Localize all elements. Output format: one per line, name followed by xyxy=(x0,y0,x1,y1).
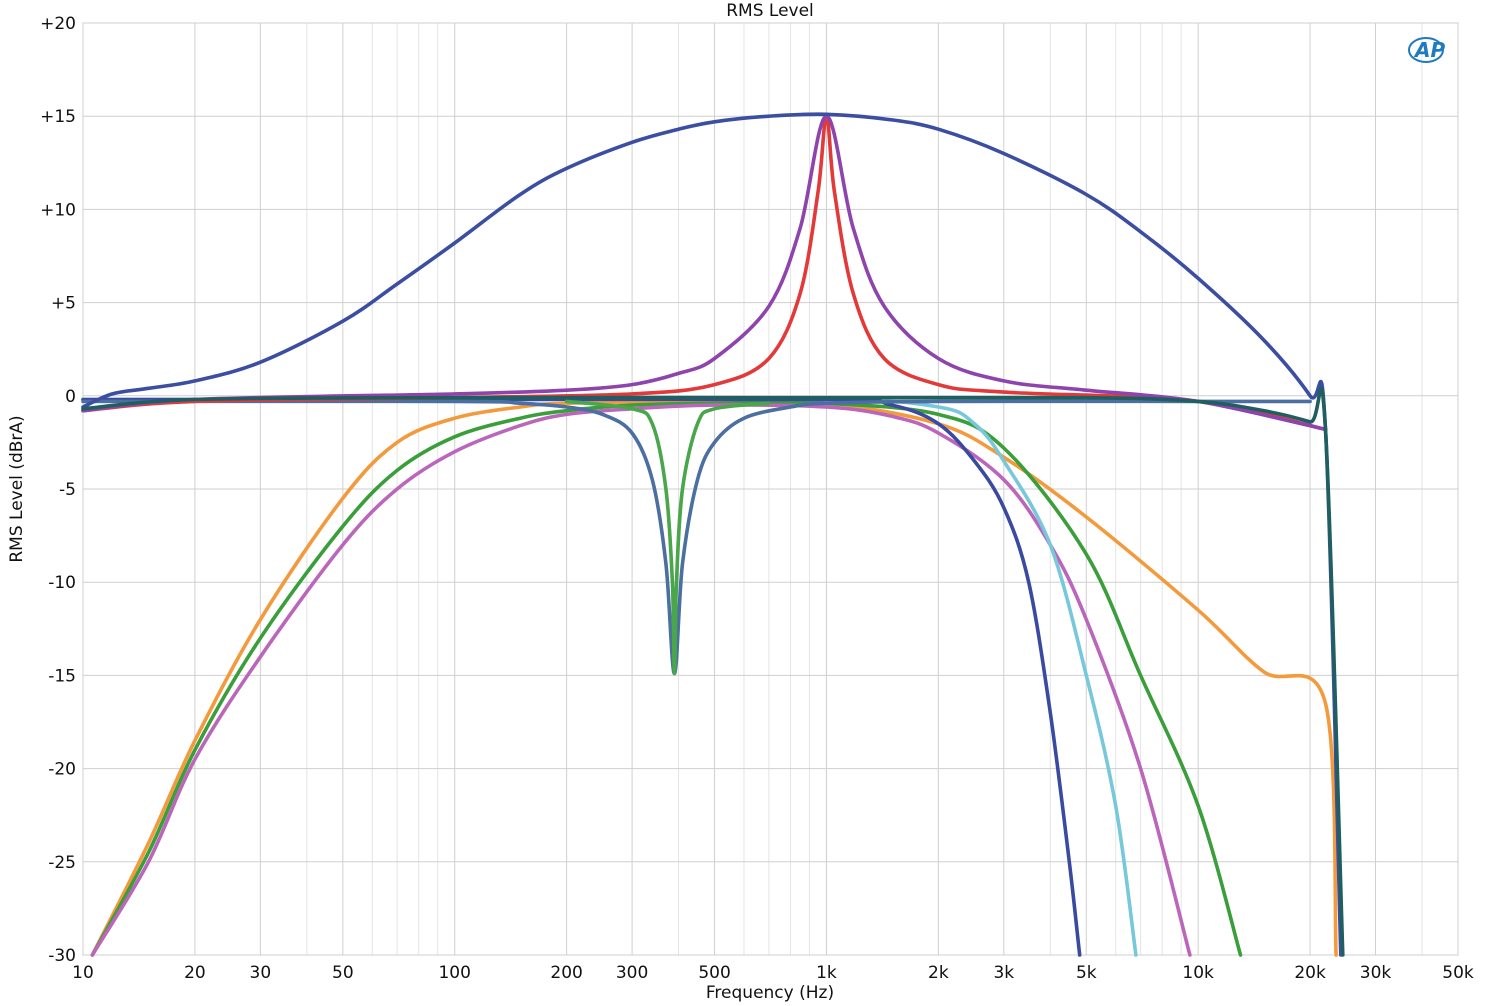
x-tick-label: 30k xyxy=(1360,963,1392,983)
x-tick-label: 50k xyxy=(1442,963,1474,983)
x-tick-label: 10k xyxy=(1182,963,1214,983)
y-tick-label: +10 xyxy=(40,200,76,220)
x-tick-label: 300 xyxy=(616,963,648,983)
x-tick-label: 100 xyxy=(438,963,470,983)
y-tick-label: -20 xyxy=(48,760,76,780)
x-tick-label: 1k xyxy=(816,963,837,983)
chart-container: 10 20 30 50 100 200 300 500 1k 2k 3k 5k 10k 20k 30k 50k… xyxy=(0,0,1500,1006)
y-tick-label: 0 xyxy=(65,387,76,407)
x-tick-label: 3k xyxy=(993,963,1014,983)
x-tick-label: 5k xyxy=(1076,963,1097,983)
x-tick-label: 200 xyxy=(550,963,582,983)
x-axis-title: Frequency (Hz) xyxy=(706,983,834,1003)
y-tick-label: -10 xyxy=(48,573,76,593)
x-tick-label: 50 xyxy=(332,963,354,983)
x-tick-label: 20 xyxy=(184,963,206,983)
ap-logo-icon: AP xyxy=(1408,37,1445,63)
rms-level-chart: 10 20 30 50 100 200 300 500 1k 2k 3k 5k 10k 20k 30k 50k… xyxy=(7,1,1474,1003)
y-tick-label: +15 xyxy=(40,107,76,127)
x-tick-labels: 10 20 30 50 100 200 300 500 1k 2k 3k 5k 10k 20k 30k 50k xyxy=(72,963,1474,983)
x-tick-label: 30 xyxy=(250,963,272,983)
y-tick-label: +5 xyxy=(51,294,76,314)
y-tick-label: -5 xyxy=(59,480,76,500)
ap-logo-text: AP xyxy=(1413,38,1445,62)
x-tick-label: 20k xyxy=(1294,963,1326,983)
x-tick-label: 10 xyxy=(72,963,94,983)
y-tick-label: -25 xyxy=(48,853,76,873)
y-tick-labels: +20 +15 +10 +5 0 -5 -10 -15 -20 -25 -30 xyxy=(40,14,76,966)
y-tick-label: -30 xyxy=(48,946,76,966)
y-axis-title: RMS Level (dBrA) xyxy=(7,415,27,562)
x-tick-label: 500 xyxy=(698,963,730,983)
chart-title: RMS Level xyxy=(726,1,814,21)
y-tick-label: +20 xyxy=(40,14,76,34)
x-tick-label: 2k xyxy=(928,963,949,983)
y-tick-label: -15 xyxy=(48,666,76,686)
